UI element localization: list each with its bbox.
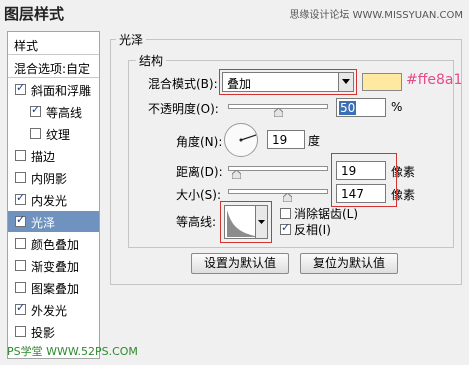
style-list-item[interactable]: ✓ 等高线 bbox=[8, 101, 99, 122]
style-list-item[interactable]: 混合选项:自定 bbox=[8, 57, 99, 78]
style-list-label: 外发光 bbox=[31, 304, 68, 318]
size-label: 大小(S): bbox=[176, 188, 222, 202]
watermark-text: 思缘设计论坛 WWW.MISSYUAN.COM bbox=[289, 10, 463, 21]
style-list-item[interactable]: 纹理 bbox=[8, 123, 99, 144]
anti-alias-checkbox[interactable] bbox=[280, 208, 291, 219]
style-list-item[interactable]: ✓ 光泽 bbox=[8, 211, 99, 232]
footer-watermark: PS学堂 WWW.52PS.COM bbox=[7, 345, 138, 358]
style-list-label: 斜面和浮雕 bbox=[31, 84, 92, 98]
style-checkbox[interactable]: ✓ bbox=[15, 191, 26, 205]
style-checkbox[interactable]: ✓ bbox=[15, 213, 26, 227]
style-list-item[interactable]: 内阴影 bbox=[8, 167, 99, 188]
invert-label: 反相(I) bbox=[294, 223, 331, 237]
style-list-item[interactable]: 样式 bbox=[8, 34, 99, 55]
style-checkbox[interactable] bbox=[15, 172, 26, 183]
style-list-item[interactable]: 投影 bbox=[8, 321, 99, 342]
distance-size-highlight bbox=[331, 153, 397, 207]
style-list-label: 图案叠加 bbox=[31, 282, 80, 296]
check-icon: ✓ bbox=[16, 191, 26, 204]
blend-mode-highlight bbox=[219, 69, 357, 95]
opacity-label: 不透明度(O): bbox=[148, 102, 219, 116]
style-checkbox[interactable] bbox=[15, 238, 26, 249]
distance-slider-thumb[interactable] bbox=[231, 170, 241, 179]
style-list-label: 渐变叠加 bbox=[31, 260, 80, 274]
angle-unit: 度 bbox=[308, 134, 321, 148]
style-list-label: 内发光 bbox=[31, 194, 68, 208]
size-slider[interactable] bbox=[228, 189, 328, 194]
angle-input[interactable]: 19 bbox=[267, 130, 305, 149]
style-checkbox[interactable] bbox=[15, 282, 26, 293]
style-checkbox[interactable]: ✓ bbox=[15, 81, 26, 95]
style-list-label: 颜色叠加 bbox=[31, 238, 80, 252]
anti-alias-label: 消除锯齿(L) bbox=[294, 207, 359, 221]
structure-group-title: 结构 bbox=[136, 52, 167, 69]
check-icon: ✓ bbox=[16, 213, 26, 226]
opacity-unit: % bbox=[391, 100, 403, 114]
style-list-item[interactable]: 图案叠加 bbox=[8, 277, 99, 298]
make-default-button[interactable]: 设置为默认值 bbox=[191, 253, 289, 274]
style-list-item[interactable]: 颜色叠加 bbox=[8, 233, 99, 254]
style-checkbox[interactable]: ✓ bbox=[15, 301, 26, 315]
check-icon: ✓ bbox=[31, 103, 41, 116]
styles-list: 样式混合选项:自定 ✓ 斜面和浮雕 ✓ 等高线纹理描边内阴影 ✓ 内发光 ✓ 光泽颜色叠加渐变叠… bbox=[7, 31, 100, 359]
style-checkbox[interactable] bbox=[15, 150, 26, 161]
color-hex-label: #ffe8a1 bbox=[406, 72, 463, 88]
style-checkbox[interactable] bbox=[15, 260, 26, 271]
opacity-input[interactable]: 50 bbox=[336, 98, 386, 117]
distance-slider[interactable] bbox=[228, 166, 328, 171]
satin-group-title: 光泽 bbox=[116, 31, 147, 48]
reset-default-button[interactable]: 复位为默认值 bbox=[300, 253, 398, 274]
style-list-label: 内阴影 bbox=[31, 172, 68, 186]
style-list-item[interactable]: 描边 bbox=[8, 145, 99, 166]
opacity-slider-thumb[interactable] bbox=[273, 108, 283, 117]
blend-mode-label: 混合模式(B): bbox=[148, 77, 218, 91]
size-slider-thumb[interactable] bbox=[282, 193, 292, 202]
contour-label: 等高线: bbox=[176, 215, 217, 229]
title-bar: 图层样式 思缘设计论坛 WWW.MISSYUAN.COM bbox=[0, 0, 469, 26]
style-list-label: 纹理 bbox=[46, 128, 71, 142]
style-list-item[interactable]: ✓ 内发光 bbox=[8, 189, 99, 210]
style-list-label: 混合选项:自定 bbox=[14, 62, 91, 76]
style-list-label: 样式 bbox=[14, 39, 39, 53]
style-list-label: 光泽 bbox=[31, 216, 56, 230]
window-title: 图层样式 bbox=[4, 5, 65, 23]
style-checkbox[interactable] bbox=[30, 128, 41, 139]
style-list-item[interactable]: ✓ 外发光 bbox=[8, 299, 99, 320]
invert-checkbox[interactable]: ✓ bbox=[280, 221, 291, 235]
angle-label: 角度(N): bbox=[176, 135, 223, 149]
style-list-label: 投影 bbox=[31, 326, 56, 340]
angle-dial[interactable] bbox=[224, 123, 258, 157]
angle-dial-needle bbox=[239, 134, 257, 142]
style-list-item[interactable]: ✓ 斜面和浮雕 bbox=[8, 79, 99, 100]
contour-highlight bbox=[220, 201, 272, 243]
distance-label: 距离(D): bbox=[176, 165, 223, 179]
check-icon: ✓ bbox=[16, 301, 26, 314]
style-list-label: 描边 bbox=[31, 150, 56, 164]
style-list-item[interactable]: 渐变叠加 bbox=[8, 255, 99, 276]
style-list-label: 等高线 bbox=[46, 106, 83, 120]
style-checkbox[interactable] bbox=[15, 326, 26, 337]
check-icon: ✓ bbox=[16, 81, 26, 94]
style-checkbox[interactable]: ✓ bbox=[30, 103, 41, 117]
color-swatch[interactable] bbox=[362, 73, 402, 91]
